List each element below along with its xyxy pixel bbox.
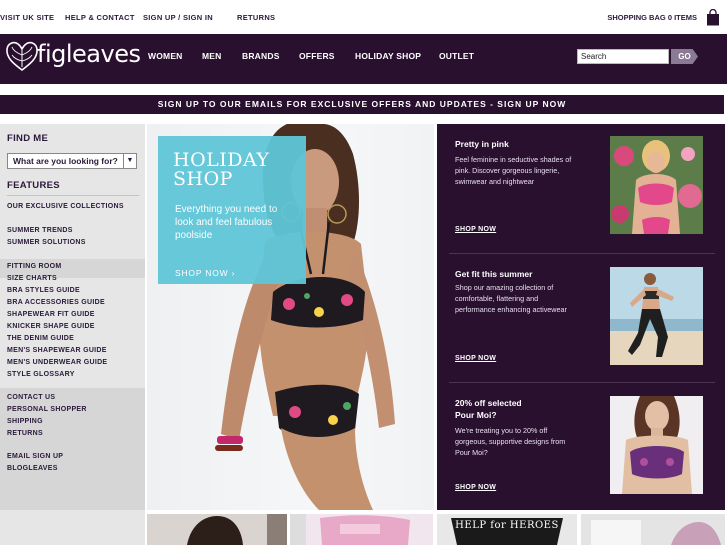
bottom-thumb-help-for-heroes[interactable]: HELP for HEROES [437,514,577,545]
bag-label: SHOPPING BAG [607,13,666,22]
promo-panel: Pretty in pink Feel feminine in seductiv… [437,124,725,510]
find-me-heading: FIND ME [7,133,49,144]
sidebar-item-summer-trends[interactable]: SUMMER TRENDS [7,227,73,234]
sidebar-item-shapewear-fit-guide[interactable]: SHAPEWEAR FIT GUIDE [7,311,95,318]
utility-bar: VISIT UK SITE HELP & CONTACT SIGN UP / S… [0,0,727,34]
nav-holiday-shop[interactable]: HOLIDAY SHOP [355,51,421,61]
shopping-bag-link[interactable]: SHOPPING BAG 0 ITEMS [607,13,697,22]
sidebar-item-blogleaves[interactable]: BLOGLEAVES [7,465,58,472]
sidebar-item-exclusive-collections[interactable]: OUR EXCLUSIVE COLLECTIONS [7,203,124,210]
hero-callout-box: HOLIDAY SHOP Everything you need to look… [158,136,306,284]
sidebar-item-mens-underwear-guide[interactable]: MEN'S UNDERWEAR GUIDE [7,359,107,366]
bag-count: 0 [667,13,672,22]
bottom-thumb-4[interactable] [581,514,725,545]
promo-title: Get fit this summer [455,269,533,279]
hero-title: HOLIDAY SHOP [173,151,270,189]
promo-image-pink-lingerie[interactable] [610,136,703,234]
promo-pretty-in-pink[interactable]: Pretty in pink Feel feminine in seductiv… [437,124,725,252]
sidebar-item-style-glossary[interactable]: STYLE GLOSSARY [7,371,75,378]
hero-shop-now-link[interactable]: SHOP NOW › [175,268,235,278]
hero-title-line2: SHOP [173,168,233,190]
brand-logo-text[interactable]: figleaves [37,40,141,68]
email-signup-banner[interactable]: SIGN UP TO OUR EMAILS FOR EXCLUSIVE OFFE… [0,95,724,114]
promo-pour-moi[interactable]: 20% off selected Pour Moi? We're treatin… [437,383,725,511]
sidebar-item-size-charts[interactable]: SIZE CHARTS [7,275,57,282]
sidebar-item-denim-guide[interactable]: THE DENIM GUIDE [7,335,74,342]
figleaf-logo-icon[interactable] [4,37,40,73]
promo-title: Pretty in pink [455,139,509,149]
bottom-thumb-1[interactable] [147,514,287,545]
sidebar-item-bra-accessories-guide[interactable]: BRA ACCESSORIES GUIDE [7,299,105,306]
promo-body: We're treating you to 20% off gorgeous, … [455,426,566,457]
sidebar-item-email-sign-up[interactable]: EMAIL SIGN UP [7,453,63,460]
hero-subtitle: Everything you need to look and feel fab… [175,204,278,241]
chevron-down-icon[interactable]: ▼ [123,154,136,168]
promo-image-pour-moi[interactable] [610,396,703,494]
sidebar-item-knicker-shape-guide[interactable]: KNICKER SHAPE GUIDE [7,323,95,330]
sidebar-item-personal-shopper[interactable]: PERSONAL SHOPPER [7,406,87,413]
nav-men[interactable]: MEN [202,51,222,61]
sidebar: FIND ME What are you looking for? ▼ FEAT… [0,124,145,545]
promo-image-activewear[interactable] [610,267,703,365]
help-contact-link[interactable]: HELP & CONTACT [65,13,135,22]
sidebar-item-contact-us[interactable]: CONTACT US [7,394,55,401]
holiday-shop-hero[interactable]: HOLIDAY SHOP Everything you need to look… [147,124,434,510]
visit-uk-site-link[interactable]: VISIT UK SITE [0,13,54,22]
sidebar-item-shipping[interactable]: SHIPPING [7,418,43,425]
sidebar-item-bra-styles-guide[interactable]: BRA STYLES GUIDE [7,287,80,294]
sidebar-item-returns[interactable]: RETURNS [7,430,43,437]
promo-shop-now-link[interactable]: SHOP NOW [455,355,496,362]
finder-select-value: What are you looking for? [13,156,118,166]
promo-shop-now-link[interactable]: SHOP NOW [455,226,496,233]
features-heading: FEATURES [7,180,60,191]
divider [7,195,139,196]
hero-cta-label: SHOP NOW [175,268,229,278]
finder-select[interactable]: What are you looking for? ▼ [7,153,137,169]
nav-women[interactable]: WOMEN [148,51,183,61]
shopping-bag-icon[interactable] [706,9,720,26]
sidebar-item-mens-shapewear-guide[interactable]: MEN'S SHAPEWEAR GUIDE [7,347,107,354]
promo-get-fit[interactable]: Get fit this summer Shop our amazing col… [437,254,725,382]
nav-outlet[interactable]: OUTLET [439,51,474,61]
promo-body: Feel feminine in seductive shades of pin… [455,155,572,186]
promo-title: 20% off selected Pour Moi? [455,398,522,420]
chevron-right-icon: › [231,268,236,278]
promo-shop-now-link[interactable]: SHOP NOW [455,484,496,491]
sidebar-item-summer-solutions[interactable]: SUMMER SOLUTIONS [7,239,86,246]
main-navigation: figleaves WOMEN MEN BRANDS OFFERS HOLIDA… [0,34,727,84]
nav-offers[interactable]: OFFERS [299,51,335,61]
search-input[interactable] [577,49,669,64]
bottom-thumb-2[interactable] [290,514,433,545]
sidebar-item-fitting-room[interactable]: FITTING ROOM [7,263,62,270]
returns-link[interactable]: RETURNS [237,13,275,22]
help-for-heroes-text: HELP for HEROES [455,520,559,531]
promo-body: Shop our amazing collection of comfortab… [455,283,567,314]
sign-in-link[interactable]: SIGN UP / SIGN IN [143,13,213,22]
search-go-button[interactable]: GO [671,49,698,64]
bag-items-label: ITEMS [674,13,697,22]
nav-brands[interactable]: BRANDS [242,51,280,61]
